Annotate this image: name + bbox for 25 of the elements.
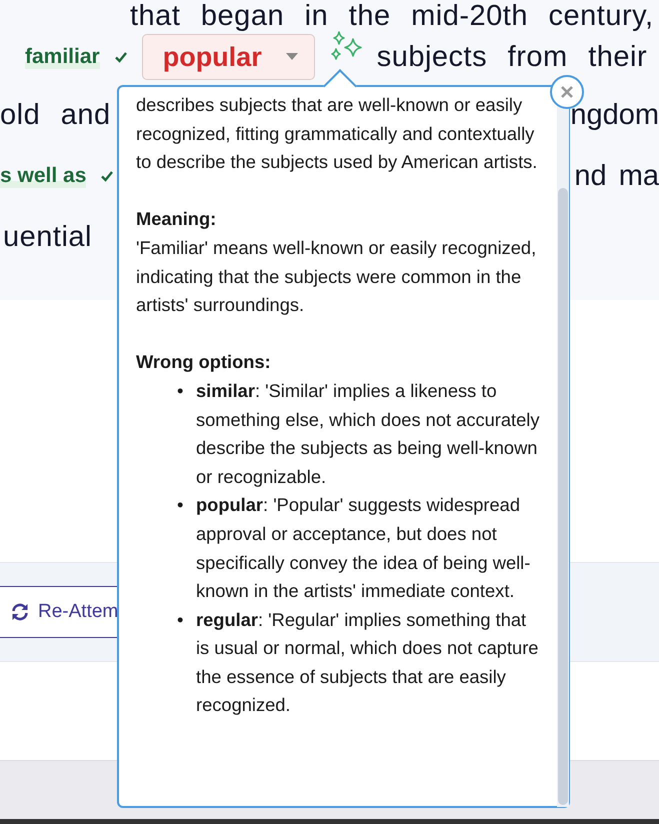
refresh-icon [10,602,30,622]
close-icon [560,85,574,99]
bullet: • [177,608,184,632]
section-heading: Meaning: [136,207,218,232]
caret-icon [286,53,298,61]
passage-text: that began in the mid-20th century, [130,0,654,32]
check-icon [100,169,114,183]
explanation-text: describes subjects that are well-known or easily recognized, fitting grammatically and contextually to describe the subjects used by American artists. [136,93,538,174]
passage-text: subjects from their [376,40,648,74]
correct-answer: s well as [0,164,86,188]
wrong-option-text: similar: 'Similar' implies a likeness to something else, which does not accurately describe the subjects as being well-known or recognizable. [196,378,540,489]
wrong-option-text: popular: 'Popular' suggests widespread approval or acceptance, but does not specifically convey the idea of being well-known in the artists' immediate context. [196,493,532,604]
explanation-text: 'Familiar' means well-known or easily recognized, indicating that the subjects were common in the artists' surroundings. [136,236,538,318]
passage-text: old and [0,98,111,132]
check-icon [114,50,128,64]
passage-text: nd ma [574,160,659,192]
correct-answer: familiar [25,45,100,69]
bullet: • [177,378,184,403]
passage-text: uential [3,220,92,254]
sparkle-icon[interactable] [328,31,363,63]
passage-text: ngdom [570,98,659,132]
answer-dropdown[interactable]: popular [142,34,315,80]
section-heading: Wrong options: [136,350,272,374]
wrong-option-text: regular: 'Regular' implies something that is usual or normal, which does not capture the essence of subjects that are easily recognized. [196,608,540,718]
bullet: • [177,493,184,518]
